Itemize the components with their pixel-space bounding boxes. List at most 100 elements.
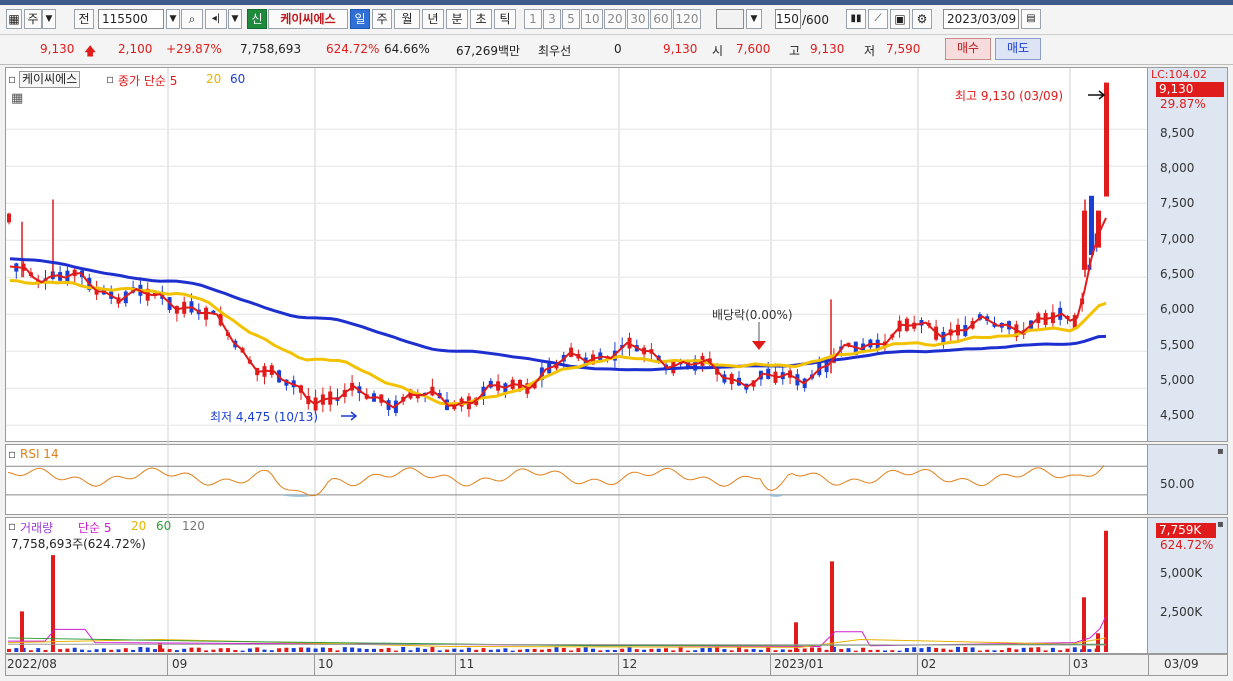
sound-dropdown-icon[interactable]: ▼ [228,9,242,29]
volume-ma20-label: 20 [131,519,147,533]
volume-close-icon[interactable]: ▪ [1217,519,1224,530]
price-tick: 4,500 [1160,408,1195,422]
code-dropdown-icon[interactable]: ▼ [166,9,180,29]
price-tick: 5,000 [1160,373,1195,387]
calendar-icon[interactable]: ▤ [1021,9,1041,29]
best-quote-qty: 0 [614,42,622,56]
low-label: 저 [864,44,876,58]
ma60-label: 60 [230,72,246,86]
interval-custom-input[interactable] [716,9,744,29]
volume-tick: 2,500K [1160,605,1203,619]
save-icon[interactable]: ▣ [890,9,910,29]
volume-ma60-label: 60 [156,519,172,533]
sound-icon[interactable]: ◂| [205,9,227,29]
high-price: 9,130 [810,42,845,56]
buy-button[interactable]: 매수 [945,38,991,60]
x-axis-label: 09 [172,657,188,671]
rsi-tick: 50.00 [1160,477,1195,491]
rsi-close-icon[interactable]: ▪ [1217,446,1224,457]
ma-marker-icon: ▫ [106,72,115,86]
period-tick-tab[interactable]: 틱 [494,9,516,29]
period-week-tab[interactable]: 주 [372,9,392,29]
price-chart-panel[interactable] [5,67,1148,442]
current-price-pct: 29.87% [1160,97,1206,111]
period-year-tab[interactable]: 년 [422,9,444,29]
date-input[interactable]: 2023/03/09 [943,9,1019,29]
open-price: 7,600 [736,42,771,56]
volume-ma120-label: 120 [182,519,205,533]
period-minute-tab[interactable]: 분 [446,9,468,29]
new-stock-badge: 신 [247,9,267,29]
current-price-badge: 9,130 [1156,82,1224,97]
x-axis-label: 03 [1073,657,1089,671]
menu-icon[interactable]: ▦ [6,9,22,29]
x-axis-separator [1148,655,1149,675]
low-price: 7,590 [886,42,921,56]
x-axis-separator [314,655,315,675]
stock-name[interactable]: 케이씨에스 [268,9,348,29]
interval-1[interactable]: 1 [524,9,542,29]
ma5-label: 종가 단순 5 [118,74,178,88]
price-tick: 8,000 [1160,161,1195,175]
rsi-label: RSI 14 [20,447,59,461]
open-label: 시 [712,44,724,58]
window-top-bar [0,0,1233,5]
line-tool-icon[interactable]: ⟋ [868,9,888,29]
volume-marker-icon: ▫ [8,519,17,533]
best-quote-label: 최우선 [538,44,572,58]
count-input[interactable]: 150 [775,9,801,29]
market-dropdown-icon[interactable]: ▼ [42,9,56,29]
sell-button[interactable]: 매도 [995,38,1041,60]
price-tick: 6,500 [1160,267,1195,281]
price-tick: 7,500 [1160,196,1195,210]
interval-120[interactable]: 120 [673,9,701,29]
price-panel-title[interactable]: 케이씨에스 [19,71,81,88]
x-axis-label: 11 [459,657,475,671]
interval-5[interactable]: 5 [562,9,580,29]
interval-dropdown-icon[interactable]: ▼ [746,9,762,29]
interval-10[interactable]: 10 [581,9,603,29]
high-annotation: 최고 9,130 (03/09) [955,89,1064,103]
period-second-tab[interactable]: 초 [470,9,492,29]
x-axis-right-label: 03/09 [1164,657,1199,671]
code-input[interactable]: 115500 [98,9,164,29]
x-axis-label: 12 [622,657,638,671]
period-month-tab[interactable]: 월 [394,9,420,29]
count-total: /600 [802,13,829,27]
rsi-panel[interactable] [5,444,1148,515]
x-axis-separator [167,655,168,675]
period-day-tab[interactable]: 일 [350,9,370,29]
best-quote-price: 9,130 [663,42,698,56]
interval-3[interactable]: 3 [543,9,561,29]
low-annotation: 최저 4,475 (10/13) [210,410,319,424]
dividend-annotation: 배당락(0.00%) [712,308,793,322]
volume-panel[interactable] [5,517,1148,654]
settings-icon[interactable]: ⚙ [912,9,932,29]
volume-pct: 624.72% [326,42,380,56]
current-volume-badge: 7,759K [1156,523,1216,538]
x-axis: 2022/08 09 10 11 12 2023/01 02 03 03/09 [5,654,1228,676]
candle-type-icon[interactable]: ▮▮ [846,9,866,29]
price-tick: 6,000 [1160,302,1195,316]
interval-20[interactable]: 20 [604,9,626,29]
table-icon[interactable]: ▦ [11,91,23,106]
market-select[interactable]: 주 [24,9,42,29]
x-axis-separator [917,655,918,675]
x-axis-separator [770,655,771,675]
interval-30[interactable]: 30 [627,9,649,29]
volume-tick: 5,000K [1160,566,1203,580]
quote-bar: 9,130 🡅 2,100 +29.87% 7,758,693 624.72% … [0,36,1233,65]
price-change-pct: +29.87% [166,42,222,56]
price-tick: 8,500 [1160,126,1195,140]
interval-60[interactable]: 60 [650,9,672,29]
x-axis-label: 10 [318,657,334,671]
price-tick: 5,500 [1160,338,1195,352]
period-label[interactable]: 전 [74,9,94,29]
current-volume-pct: 624.72% [1160,538,1214,552]
x-axis-separator [455,655,456,675]
x-axis-separator [618,655,619,675]
current-price: 9,130 [40,42,75,56]
rsi-marker-icon: ▫ [8,447,17,461]
search-icon[interactable]: ⌕ [181,9,203,29]
x-axis-label: 02 [921,657,937,671]
